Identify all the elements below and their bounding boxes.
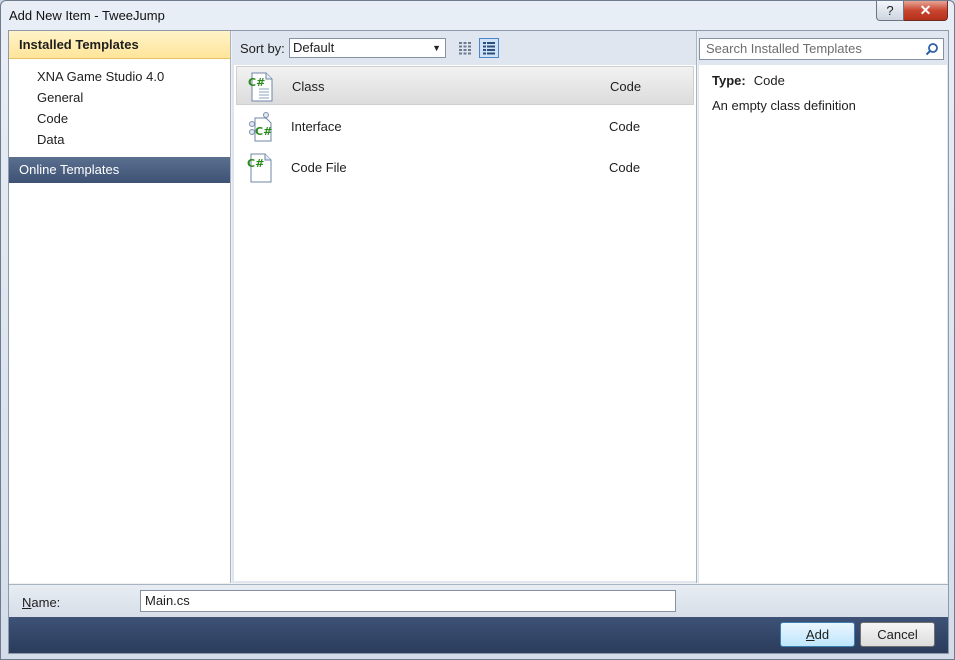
templates-list[interactable]: C# Class Code C# Interface Code C# Code … bbox=[234, 65, 696, 581]
template-name: Interface bbox=[291, 119, 342, 134]
category-data[interactable]: Data bbox=[9, 129, 230, 150]
add-button-label: dd bbox=[814, 627, 830, 642]
sort-by-value: Default bbox=[293, 40, 335, 55]
csharp-code-file-icon: C# bbox=[247, 153, 272, 183]
templates-toolbar: Sort by: Default ▼ bbox=[232, 31, 696, 65]
category-xna-game-studio[interactable]: XNA Game Studio 4.0 bbox=[9, 66, 230, 87]
templates-pane: Sort by: Default ▼ C# Class Code C# Inte… bbox=[232, 31, 697, 583]
list-view-button[interactable] bbox=[479, 38, 499, 58]
name-label-text: ame: bbox=[31, 595, 61, 610]
search-icon[interactable] bbox=[925, 42, 939, 56]
csharp-class-icon: C# bbox=[248, 72, 273, 102]
dialog-footer: Add Cancel bbox=[9, 617, 948, 653]
search-input[interactable]: Search Installed Templates bbox=[699, 38, 944, 60]
title-buttons: ? ✕ bbox=[876, 1, 948, 21]
sort-by-dropdown[interactable]: Default ▼ bbox=[289, 38, 446, 58]
svg-text:C#: C# bbox=[247, 157, 264, 170]
title-bar[interactable]: Add New Item - TweeJump ? ✕ bbox=[1, 1, 954, 30]
dialog-client-area: Installed Templates XNA Game Studio 4.0 … bbox=[8, 30, 949, 654]
category-general[interactable]: General bbox=[9, 87, 230, 108]
category-list: XNA Game Studio 4.0 General Code Data bbox=[9, 59, 230, 150]
cancel-button[interactable]: Cancel bbox=[860, 622, 935, 647]
template-details: Type: Code An empty class definition bbox=[699, 65, 947, 583]
search-placeholder: Search Installed Templates bbox=[706, 41, 862, 56]
categories-pane: Installed Templates XNA Game Studio 4.0 … bbox=[9, 31, 231, 583]
online-templates-header[interactable]: Online Templates bbox=[9, 157, 230, 183]
add-new-item-dialog: Add New Item - TweeJump ? ✕ Installed Te… bbox=[0, 0, 955, 660]
template-row-code-file[interactable]: C# Code File Code bbox=[236, 148, 694, 187]
template-type: Code bbox=[609, 119, 641, 134]
template-row-interface[interactable]: C# Interface Code bbox=[236, 107, 694, 146]
small-icons-view-button[interactable] bbox=[455, 38, 475, 58]
add-button[interactable]: Add bbox=[780, 622, 855, 647]
svg-text:C#: C# bbox=[248, 76, 265, 89]
sort-by-label: Sort by: bbox=[240, 41, 285, 56]
name-input[interactable]: Main.cs bbox=[140, 590, 676, 612]
csharp-interface-icon: C# bbox=[249, 112, 272, 142]
help-button[interactable]: ? bbox=[876, 1, 904, 21]
template-type: Code bbox=[609, 160, 641, 175]
details-description: An empty class definition bbox=[712, 98, 856, 113]
details-pane: Search Installed Templates Type: Code An … bbox=[698, 31, 948, 583]
template-row-class[interactable]: C# Class Code bbox=[236, 66, 694, 105]
template-name: Class bbox=[292, 79, 325, 94]
name-row: Name: Main.cs bbox=[9, 584, 948, 617]
template-name: Code File bbox=[291, 160, 347, 175]
list-view-icon bbox=[483, 42, 495, 55]
close-button[interactable]: ✕ bbox=[904, 1, 948, 21]
name-label-accesskey: N bbox=[22, 595, 32, 610]
name-label: Name: bbox=[22, 595, 60, 610]
installed-templates-header[interactable]: Installed Templates bbox=[9, 31, 230, 59]
svg-text:C#: C# bbox=[255, 125, 272, 138]
small-icons-view-icon bbox=[459, 42, 471, 55]
window-title: Add New Item - TweeJump bbox=[9, 8, 165, 23]
category-code[interactable]: Code bbox=[9, 108, 230, 129]
chevron-down-icon: ▼ bbox=[432, 43, 441, 53]
add-button-accesskey: A bbox=[805, 627, 815, 642]
details-type-label: Type: bbox=[712, 73, 746, 88]
details-type: Type: Code bbox=[712, 73, 785, 88]
details-type-value: Code bbox=[753, 73, 785, 88]
template-type: Code bbox=[610, 79, 642, 94]
